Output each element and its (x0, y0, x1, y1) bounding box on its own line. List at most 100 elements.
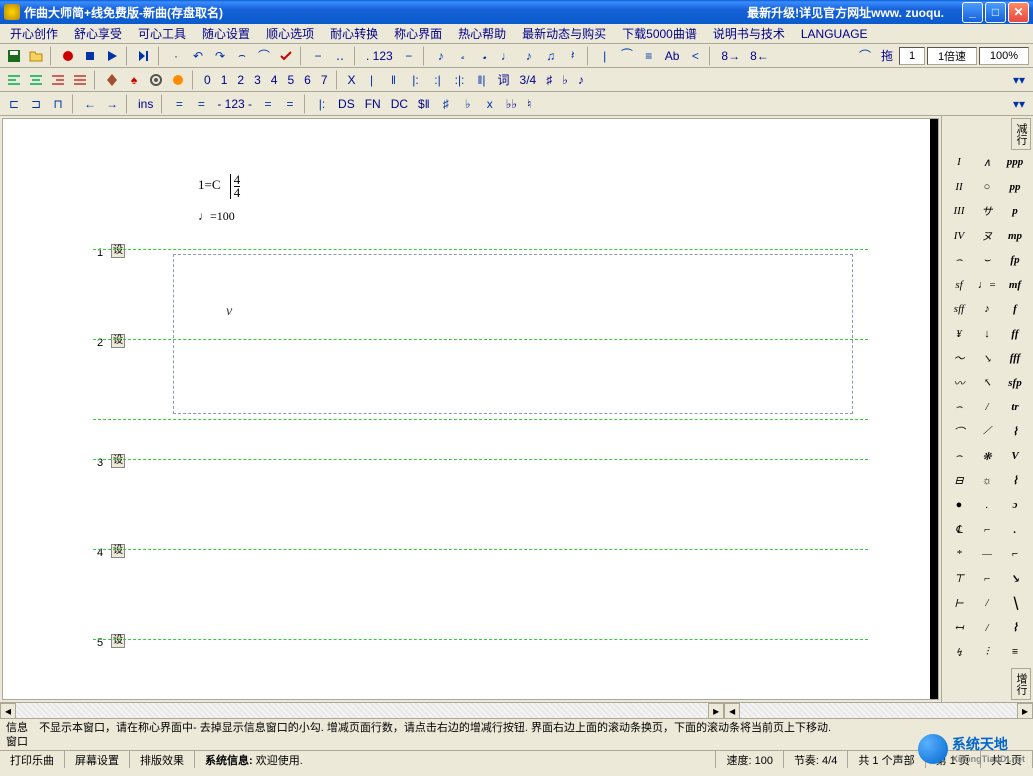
symbol-cell-7-2[interactable]: ff (1002, 324, 1028, 344)
symbol-cell-8-2[interactable]: fff (1002, 348, 1028, 368)
symbol-cell-1-1[interactable]: ○ (974, 177, 1000, 197)
dflat-button[interactable]: ♭♭ (502, 94, 521, 114)
eq3-icon[interactable]: = (258, 94, 278, 114)
dropdown-arrow-2[interactable]: ▾▾ (1009, 94, 1029, 114)
fn-button[interactable]: FN (361, 94, 385, 114)
symbol-cell-3-0[interactable]: IV (946, 226, 972, 246)
ab-label[interactable]: Ab (661, 46, 684, 66)
symbol-cell-12-1[interactable]: ❋ (974, 446, 1000, 466)
page-num-label[interactable]: . 123 (362, 46, 397, 66)
dash-icon[interactable]: − (399, 46, 419, 66)
symbol-cell-17-1[interactable]: ⌐ (974, 569, 1000, 589)
flat2-icon[interactable]: ♭ (458, 94, 478, 114)
bar2-icon[interactable]: ‖ (384, 70, 404, 90)
align-right-icon[interactable] (48, 70, 68, 90)
scroll-right-button[interactable]: ▸ (708, 703, 724, 719)
menu-news[interactable]: 最新动态与购买 (516, 23, 612, 44)
note5-icon[interactable]: ♪ (519, 46, 539, 66)
barline-icon[interactable]: | (595, 46, 615, 66)
drag-input[interactable] (899, 47, 925, 65)
minimize-button[interactable]: _ (962, 2, 983, 23)
sharp2-icon[interactable]: ♯ (436, 94, 456, 114)
num-4[interactable]: 4 (267, 70, 282, 90)
symbol-cell-8-0[interactable]: 〜 (946, 348, 972, 368)
play-from-icon[interactable] (134, 46, 154, 66)
menu-create[interactable]: 开心创作 (4, 23, 64, 44)
num-2[interactable]: 2 (233, 70, 248, 90)
scroll-left-button[interactable]: ◂ (0, 703, 16, 719)
dsharp-icon[interactable]: x (480, 94, 500, 114)
rest-icon[interactable]: 𝄽 (563, 46, 583, 66)
symbol-cell-5-1[interactable]: ♩= (974, 275, 1000, 295)
symbol-cell-3-1[interactable]: ヌ (974, 226, 1000, 246)
symbol-cell-14-0[interactable]: ● (946, 495, 972, 515)
ins-button[interactable]: ins (134, 94, 157, 114)
scroll-right-button-2[interactable]: ▸ (1017, 703, 1033, 719)
sharp-button[interactable]: ♯ (542, 70, 556, 90)
symbol-cell-12-2[interactable]: V (1002, 446, 1028, 466)
left1-icon[interactable]: ⊏ (4, 94, 24, 114)
symbol-cell-13-0[interactable]: ⊟ (946, 471, 972, 491)
staff-settings-2[interactable]: 设 (111, 334, 125, 348)
timesig-button[interactable]: 3/4 (516, 70, 541, 90)
symbol-cell-15-0[interactable]: ℄ (946, 520, 972, 540)
symbol-cell-13-2[interactable]: ⌇ (1002, 471, 1028, 491)
eight-minus[interactable]: 8← (746, 46, 773, 66)
symbol-cell-19-2[interactable]: ⌇ (1002, 618, 1028, 638)
dot-icon[interactable]: · (166, 46, 186, 66)
num-1[interactable]: 1 (217, 70, 232, 90)
record-icon[interactable] (58, 46, 78, 66)
menu-settings[interactable]: 随心设置 (196, 23, 256, 44)
symbol-cell-2-0[interactable]: III (946, 201, 972, 221)
symbol-cell-16-1[interactable]: — (974, 544, 1000, 564)
symbol-cell-1-0[interactable]: II (946, 177, 972, 197)
symbol-cell-11-0[interactable]: ⌒ (946, 422, 972, 442)
staff-settings-1[interactable]: 设 (111, 244, 125, 258)
symbol-cell-7-0[interactable]: ¥ (946, 324, 972, 344)
note3-icon[interactable]: 𝅘 (475, 46, 495, 66)
fermata-icon[interactable]: ≡ (639, 46, 659, 66)
symbol-cell-11-2[interactable]: ⌇ (1002, 422, 1028, 442)
symbol-cell-4-0[interactable]: ⌢ (946, 250, 972, 270)
symbol-cell-1-2[interactable]: pp (1002, 177, 1028, 197)
symbol-cell-11-1[interactable]: ⟋ (974, 422, 1000, 442)
align-just-icon[interactable] (70, 70, 90, 90)
symbol-cell-14-1[interactable]: . (974, 495, 1000, 515)
remove-line-button[interactable]: 减行 (1011, 118, 1031, 150)
repeat-r-icon[interactable]: :| (428, 70, 448, 90)
dash123-button[interactable]: - 123 - (213, 94, 256, 114)
symbol-cell-19-1[interactable]: / (974, 618, 1000, 638)
symbol-cell-9-1[interactable]: ↖ (974, 373, 1000, 393)
symbol-cell-7-1[interactable]: ↓ (974, 324, 1000, 344)
symbol-cell-17-2[interactable]: ↘ (1002, 569, 1028, 589)
num-7[interactable]: 7 (317, 70, 332, 90)
staff-settings-4[interactable]: 设 (111, 544, 125, 558)
symbol-cell-0-1[interactable]: ∧ (974, 152, 1000, 172)
spade-icon[interactable]: ♠ (124, 70, 144, 90)
menu-convert[interactable]: 耐心转换 (324, 23, 384, 44)
close-button[interactable]: ✕ (1008, 2, 1029, 23)
symbol-cell-18-0[interactable]: ⊢ (946, 593, 972, 613)
symbol-cell-20-0[interactable]: ↯ (946, 642, 972, 662)
dotdot-icon[interactable]: ‥ (330, 46, 350, 66)
ds-button[interactable]: DS (334, 94, 359, 114)
prev-icon[interactable]: ← (80, 94, 100, 114)
menu-options[interactable]: 顺心选项 (260, 23, 320, 44)
x-button[interactable]: X (344, 70, 360, 90)
left3-icon[interactable]: ⊓ (48, 94, 68, 114)
symbol-cell-3-2[interactable]: mp (1002, 226, 1028, 246)
symbol-cell-20-2[interactable]: ≡ (1002, 642, 1028, 662)
menu-manual[interactable]: 说明书与技术 (707, 23, 791, 44)
save-icon[interactable] (4, 46, 24, 66)
note1-icon[interactable]: ♪ (431, 46, 451, 66)
note4-icon[interactable]: ♩ (497, 46, 517, 66)
scroll-left-button-2[interactable]: ◂ (724, 703, 740, 719)
bar1-icon[interactable]: | (362, 70, 382, 90)
menu-enjoy[interactable]: 舒心享受 (68, 23, 128, 44)
undo-icon[interactable]: ↶ (188, 46, 208, 66)
add-line-button[interactable]: 增行 (1011, 668, 1031, 700)
symbol-cell-15-2[interactable]: . (1002, 520, 1028, 540)
menu-language[interactable]: LANGUAGE (795, 25, 874, 43)
final-bar-icon[interactable]: ‖| (472, 70, 492, 90)
symbol-cell-16-0[interactable]: * (946, 544, 972, 564)
